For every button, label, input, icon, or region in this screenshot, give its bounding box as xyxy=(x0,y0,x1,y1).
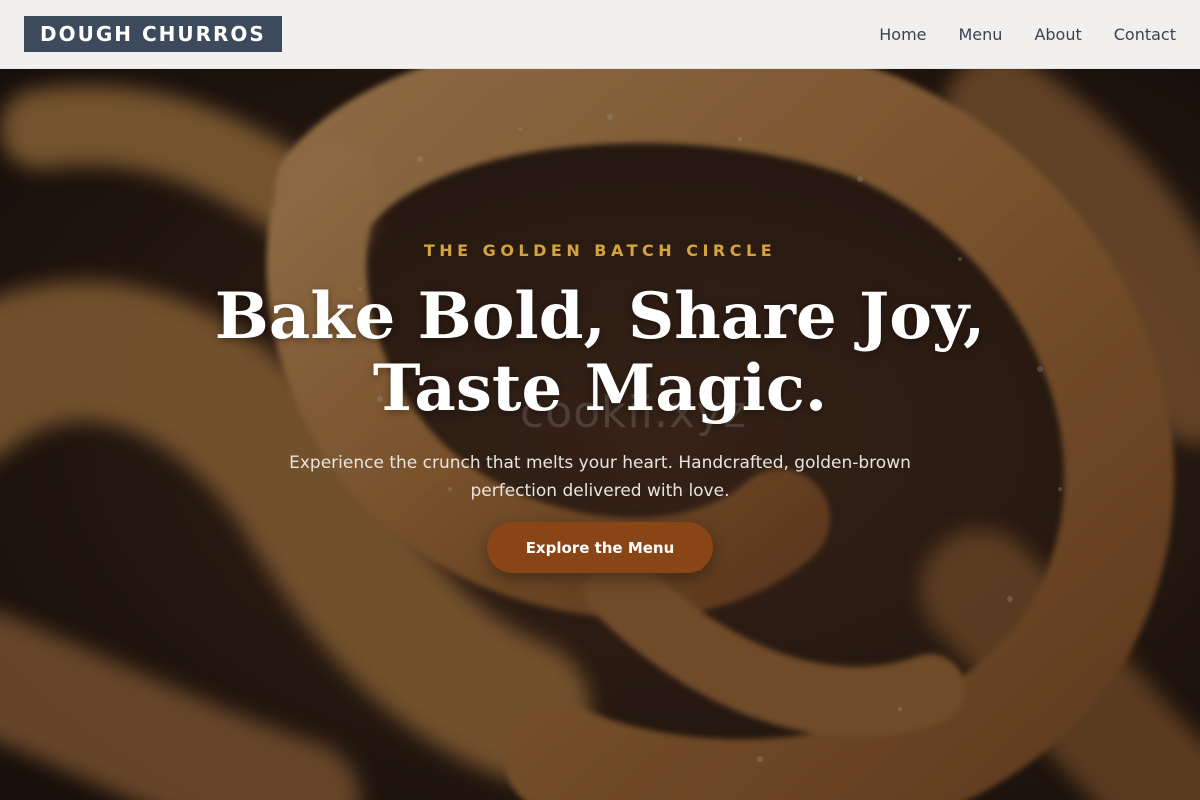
hero-headline-line1: Bake Bold, Share Joy, xyxy=(214,279,986,354)
nav-link-menu[interactable]: Menu xyxy=(959,25,1003,44)
hero-headline: Bake Bold, Share Joy, Taste Magic. xyxy=(150,281,1050,425)
hero-headline-line2: Taste Magic. xyxy=(372,351,828,426)
nav-link-contact[interactable]: Contact xyxy=(1114,25,1176,44)
hero-section: cookii.xyz THE GOLDEN BATCH CIRCLE Bake … xyxy=(0,69,1200,800)
nav-link-about[interactable]: About xyxy=(1034,25,1081,44)
main-nav: Home Menu About Contact xyxy=(879,25,1176,44)
hero-content: cookii.xyz THE GOLDEN BATCH CIRCLE Bake … xyxy=(0,69,1200,800)
brand-logo[interactable]: DOUGH CHURROS xyxy=(24,16,282,52)
hero-subtext: Experience the crunch that melts your he… xyxy=(289,453,911,501)
hero-eyebrow: THE GOLDEN BATCH CIRCLE xyxy=(423,241,777,260)
nav-link-home[interactable]: Home xyxy=(879,25,926,44)
site-header: DOUGH CHURROS Home Menu About Contact xyxy=(0,0,1200,69)
explore-menu-button[interactable]: Explore the Menu xyxy=(487,522,713,573)
